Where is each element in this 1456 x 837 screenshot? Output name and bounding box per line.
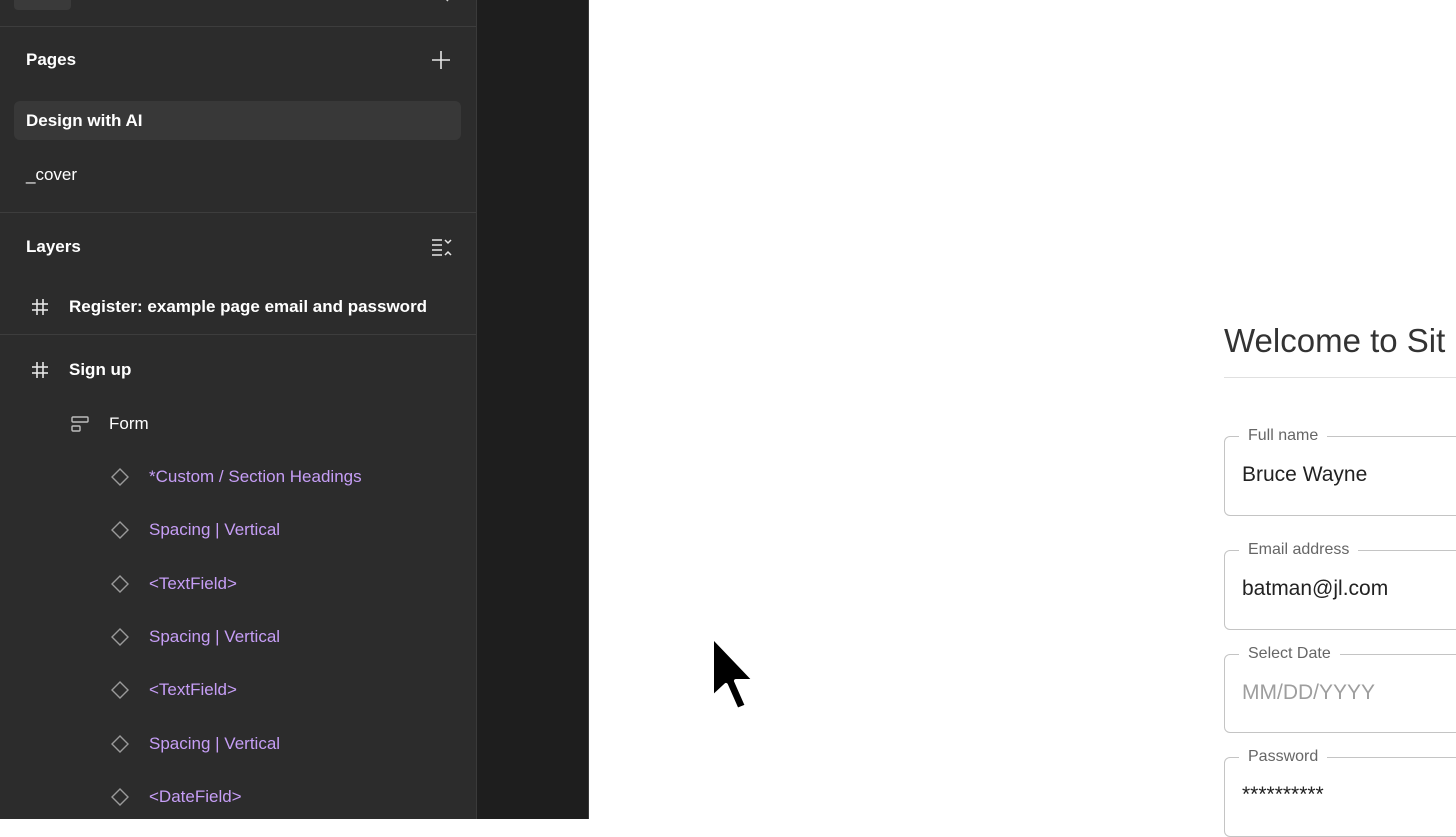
divider bbox=[0, 26, 476, 27]
diamond-icon bbox=[109, 733, 131, 755]
field-label: Full name bbox=[1239, 427, 1328, 445]
field-label: Email address bbox=[1239, 541, 1359, 559]
layer-instance[interactable]: Spacing | Vertical bbox=[109, 724, 280, 764]
diamond-icon bbox=[109, 626, 131, 648]
search-icon[interactable] bbox=[433, 0, 449, 6]
diamond-icon bbox=[109, 679, 131, 701]
layer-instance[interactable]: *Custom / Section Headings bbox=[109, 457, 362, 497]
field-value: batman@jl.com bbox=[1242, 577, 1389, 600]
full-name-field[interactable]: Full name Bruce Wayne bbox=[1224, 427, 1456, 516]
field-value: Bruce Wayne bbox=[1242, 463, 1368, 486]
layer-autolayout-form[interactable]: Form bbox=[69, 404, 149, 444]
diamond-icon bbox=[109, 519, 131, 541]
layer-instance[interactable]: Spacing | Vertical bbox=[109, 617, 280, 657]
toolbar-tab-stub[interactable] bbox=[14, 0, 71, 10]
password-field[interactable]: Password ********** bbox=[1224, 748, 1456, 837]
layer-instance[interactable]: <TextField> bbox=[109, 670, 237, 710]
field-placeholder: MM/DD/YYYY bbox=[1242, 681, 1376, 704]
page-item-design-with-ai[interactable]: Design with AI bbox=[14, 101, 461, 140]
hash-icon bbox=[29, 359, 51, 381]
page-item-label: Design with AI bbox=[26, 110, 143, 130]
field-value: ********** bbox=[1242, 783, 1324, 806]
page-item-label: _cover bbox=[26, 164, 78, 184]
autolayout-icon bbox=[69, 413, 91, 435]
hash-icon bbox=[29, 296, 51, 318]
date-field[interactable]: Select Date MM/DD/YYYY bbox=[1224, 645, 1456, 733]
layer-frame-register[interactable]: Register: example page email and passwor… bbox=[29, 287, 427, 327]
layer-instance[interactable]: <TextField> bbox=[109, 564, 237, 604]
mouse-cursor-icon bbox=[706, 632, 766, 716]
layer-label: *Custom / Section Headings bbox=[149, 467, 362, 486]
diamond-icon bbox=[109, 573, 131, 595]
divider bbox=[0, 212, 476, 213]
form-heading: Welcome to Sit bbox=[1224, 322, 1446, 359]
field-label: Select Date bbox=[1239, 645, 1340, 663]
layer-label: <DateField> bbox=[149, 787, 242, 806]
diamond-icon bbox=[109, 786, 131, 808]
layer-label: Register: example page email and passwor… bbox=[69, 297, 428, 316]
canvas-background[interactable] bbox=[477, 0, 588, 819]
field-label: Password bbox=[1239, 748, 1328, 766]
diamond-icon bbox=[109, 466, 131, 488]
heading-divider bbox=[1224, 377, 1456, 378]
layer-instance[interactable]: Spacing | Vertical bbox=[109, 510, 280, 550]
email-field[interactable]: Email address batman@jl.com bbox=[1224, 541, 1456, 630]
pages-section-title: Pages bbox=[26, 50, 77, 69]
layer-label: Spacing | Vertical bbox=[149, 627, 281, 646]
collapse-layers-icon[interactable] bbox=[429, 235, 455, 259]
layers-section-title: Layers bbox=[26, 237, 81, 256]
layer-label: Spacing | Vertical bbox=[149, 734, 281, 753]
layer-label: Sign up bbox=[69, 360, 132, 379]
layer-label: Form bbox=[109, 414, 149, 433]
layer-label: Spacing | Vertical bbox=[149, 520, 281, 539]
layer-frame-sign-up[interactable]: Sign up bbox=[29, 350, 131, 390]
layers-sidebar: Pages Design with AI _cover Layers Regis… bbox=[0, 0, 476, 819]
page-item-cover[interactable]: _cover bbox=[14, 155, 461, 194]
layer-label: <TextField> bbox=[149, 680, 237, 699]
layer-label: <TextField> bbox=[149, 574, 237, 593]
add-page-plus-icon[interactable] bbox=[429, 48, 453, 72]
divider bbox=[0, 334, 476, 335]
layer-instance[interactable]: <DateField> bbox=[109, 777, 242, 817]
